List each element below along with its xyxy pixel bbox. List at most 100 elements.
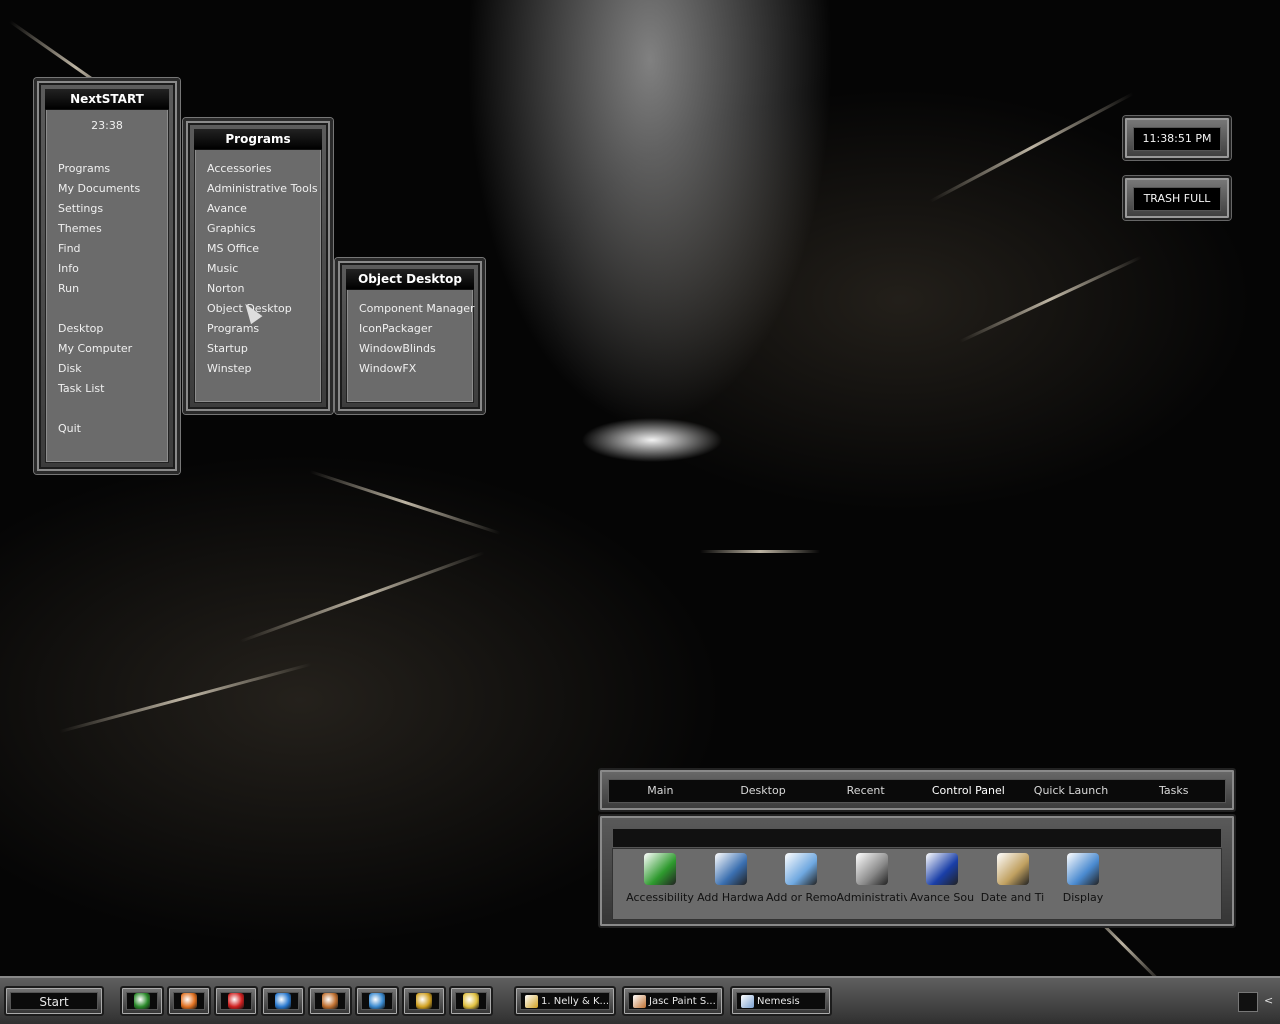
- nextstart-item-themes[interactable]: Themes: [58, 219, 140, 239]
- programs-menu: Programs Accessories Administrative Tools…: [183, 118, 333, 414]
- winamp-icon: [134, 993, 150, 1009]
- nextstart-item-disk[interactable]: Disk: [58, 359, 140, 379]
- winamp-bolt-icon: [525, 995, 538, 1008]
- programs-items: Accessories Administrative Tools Avance Gra…: [207, 159, 318, 379]
- control-panel-item-display[interactable]: Display: [1048, 853, 1118, 904]
- tab-desktop[interactable]: Desktop: [712, 780, 815, 802]
- taskbar: Start 1. Nelly & K... Jasc Paint S... Neme…: [0, 976, 1280, 1024]
- quick-launch-internet-explorer-button[interactable]: [261, 986, 305, 1016]
- object-desktop-title: Object Desktop: [346, 269, 474, 290]
- menu-separator: [58, 399, 140, 419]
- quick-launch-browser-button[interactable]: [355, 986, 399, 1016]
- quick-launch-mail-button[interactable]: [167, 986, 211, 1016]
- winamp-bolt-icon: [416, 993, 432, 1009]
- control-panel-item-add-hardwa[interactable]: Add Hardwa: [696, 853, 766, 904]
- quick-launch-red-app-button[interactable]: [214, 986, 258, 1016]
- object-desktop-item-component-manager[interactable]: Component Manager: [359, 299, 475, 319]
- control-panel-item-label: Avance Sou: [909, 891, 975, 904]
- browser-icon: [369, 993, 385, 1009]
- quick-launch-media-player-button[interactable]: [449, 986, 493, 1016]
- tab-main[interactable]: Main: [609, 780, 712, 802]
- mail-icon: [181, 993, 197, 1009]
- programs-item-programs[interactable]: Programs: [207, 319, 318, 339]
- quick-launch-paint-shop-button[interactable]: [308, 986, 352, 1016]
- trash-widget-status: TRASH FULL: [1133, 187, 1221, 211]
- programs-item-startup[interactable]: Startup: [207, 339, 318, 359]
- programs-item-administrative-tools[interactable]: Administrative Tools: [207, 179, 318, 199]
- nextstart-items: Programs My Documents Settings Themes Find In…: [58, 159, 140, 439]
- window-icon: [741, 995, 754, 1008]
- nextstart-item-my-documents[interactable]: My Documents: [58, 179, 140, 199]
- dock-tabs: Main Desktop Recent Control Panel Quick Laun…: [608, 779, 1226, 803]
- control-panel-item-label: Administrativ: [836, 891, 907, 904]
- task-button-label: Jasc Paint S...: [649, 996, 716, 1007]
- control-panel-item-label: Add or Remo: [766, 891, 836, 904]
- control-panel-item-label: Add Hardwa: [697, 891, 764, 904]
- start-button[interactable]: Start: [4, 986, 104, 1016]
- programs-item-music[interactable]: Music: [207, 259, 318, 279]
- date-time-icon: [996, 853, 1029, 885]
- object-desktop-items: Component Manager IconPackager WindowBlind…: [359, 299, 475, 379]
- task-button-nemesis[interactable]: Nemesis: [730, 986, 832, 1016]
- programs-title: Programs: [194, 129, 322, 150]
- nextstart-item-quit[interactable]: Quit: [58, 419, 140, 439]
- control-panel-item-administrativ[interactable]: Administrativ: [837, 853, 907, 904]
- object-desktop-item-windowblinds[interactable]: WindowBlinds: [359, 339, 475, 359]
- nextstart-title[interactable]: NextSTART: [45, 89, 169, 110]
- control-panel-items: Accessibility Add Hardwa Add or Remo Admini…: [612, 848, 1222, 920]
- add-hardware-icon: [714, 853, 747, 885]
- nextstart-item-run[interactable]: Run: [58, 279, 140, 299]
- nextstart-item-task-list[interactable]: Task List: [58, 379, 140, 399]
- object-desktop-menu: Object Desktop Component Manager IconPack…: [335, 258, 485, 414]
- control-panel-item-accessibility[interactable]: Accessibility: [625, 853, 695, 904]
- start-button-label: Start: [10, 992, 98, 1010]
- clock-widget[interactable]: 11:38:51 PM: [1123, 116, 1231, 160]
- tab-recent[interactable]: Recent: [814, 780, 917, 802]
- quick-launch-winamp-bolt-button[interactable]: [402, 986, 446, 1016]
- programs-item-ms-office[interactable]: MS Office: [207, 239, 318, 259]
- nextstart-item-programs[interactable]: Programs: [58, 159, 140, 179]
- accessibility-icon: [644, 853, 676, 885]
- programs-item-winstep[interactable]: Winstep: [207, 359, 318, 379]
- nextstart-item-settings[interactable]: Settings: [58, 199, 140, 219]
- control-panel-item-label: Date and Ti: [980, 891, 1045, 904]
- control-panel-item-add-or-remo[interactable]: Add or Remo: [766, 853, 836, 904]
- programs-item-accessories[interactable]: Accessories: [207, 159, 318, 179]
- menu-separator: [58, 299, 140, 319]
- show-desktop-icon[interactable]: [1238, 992, 1258, 1012]
- control-panel-item-avance-sou[interactable]: Avance Sou: [907, 853, 977, 904]
- tab-quick-launch[interactable]: Quick Launch: [1020, 780, 1123, 802]
- task-button-1-nelly-k[interactable]: 1. Nelly & K...: [514, 986, 616, 1016]
- paint-shop-icon: [633, 995, 646, 1008]
- programs-item-graphics[interactable]: Graphics: [207, 219, 318, 239]
- task-button-label: Nemesis: [757, 996, 800, 1007]
- tab-control-panel[interactable]: Control Panel: [917, 780, 1020, 802]
- object-desktop-item-iconpackager[interactable]: IconPackager: [359, 319, 475, 339]
- nextstart-item-info[interactable]: Info: [58, 259, 140, 279]
- tab-tasks[interactable]: Tasks: [1122, 780, 1225, 802]
- clock-widget-time: 11:38:51 PM: [1133, 127, 1221, 151]
- dock-icon-panel: Accessibility Add Hardwa Add or Remo Admini…: [598, 814, 1236, 928]
- media-player-icon: [463, 993, 479, 1009]
- add-remove-programs-icon: [785, 853, 817, 885]
- control-panel-item-label: Display: [1062, 891, 1104, 904]
- trash-widget[interactable]: TRASH FULL: [1123, 176, 1231, 220]
- task-button-jasc-paint-s[interactable]: Jasc Paint S...: [622, 986, 724, 1016]
- display-icon: [1067, 853, 1099, 885]
- tray-chevron[interactable]: <: [1264, 994, 1273, 1007]
- administrative-tools-icon: [855, 853, 888, 885]
- nextstart-item-my-computer[interactable]: My Computer: [58, 339, 140, 359]
- avance-sound-icon: [926, 853, 958, 885]
- nextstart-item-find[interactable]: Find: [58, 239, 140, 259]
- control-panel-item-label: Accessibility: [626, 891, 694, 904]
- nextstart-item-desktop[interactable]: Desktop: [58, 319, 140, 339]
- dock-tab-bar: Main Desktop Recent Control Panel Quick Laun…: [598, 768, 1236, 812]
- red-app-icon: [228, 993, 244, 1009]
- quick-launch-winamp-button[interactable]: [120, 986, 164, 1016]
- nextstart-clock: 23:38: [91, 119, 123, 132]
- control-panel-item-date-and-ti[interactable]: Date and Ti: [978, 853, 1048, 904]
- object-desktop-item-windowfx[interactable]: WindowFX: [359, 359, 475, 379]
- programs-item-norton[interactable]: Norton: [207, 279, 318, 299]
- programs-item-avance[interactable]: Avance: [207, 199, 318, 219]
- task-button-label: 1. Nelly & K...: [541, 996, 610, 1007]
